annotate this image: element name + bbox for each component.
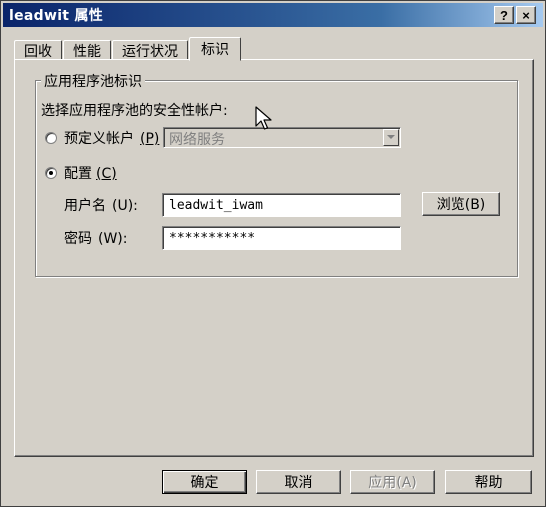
properties-dialog: leadwit 属性 ? × 回收 性能 运行状况 标识 应用程序池标识 选择应… bbox=[0, 0, 546, 507]
predefined-account-select[interactable]: 网络服务 bbox=[163, 127, 401, 148]
predefined-account-label[interactable]: 预定义帐户 (P) bbox=[64, 128, 159, 148]
help-button[interactable]: 帮助 bbox=[445, 470, 532, 494]
ok-button[interactable]: 确定 bbox=[162, 470, 247, 494]
username-label: 用户名 (U): bbox=[64, 195, 138, 215]
close-icon[interactable]: × bbox=[516, 6, 536, 24]
apply-button[interactable]: 应用(A) bbox=[350, 470, 435, 494]
browse-button[interactable]: 浏览(B) bbox=[422, 192, 500, 216]
window-title: leadwit 属性 bbox=[9, 8, 104, 24]
predefined-account-accel: (P) bbox=[140, 131, 160, 147]
tab-recycling[interactable]: 回收 bbox=[14, 40, 62, 60]
configurable-account-radio[interactable] bbox=[45, 167, 57, 179]
account-prompt: 选择应用程序池的安全性帐户: bbox=[41, 103, 228, 119]
password-accel: (W): bbox=[98, 231, 128, 247]
title-bar[interactable]: leadwit 属性 ? × bbox=[3, 3, 543, 27]
help-icon[interactable]: ? bbox=[494, 6, 514, 24]
chevron-down-icon[interactable] bbox=[383, 129, 399, 146]
tab-identity[interactable]: 标识 bbox=[189, 37, 241, 61]
tab-health[interactable]: 运行状况 bbox=[112, 40, 188, 60]
groupbox-title: 应用程序池标识 bbox=[41, 71, 145, 91]
password-label: 密码 (W): bbox=[64, 228, 127, 248]
configurable-account-text: 配置 bbox=[64, 166, 92, 182]
tab-performance[interactable]: 性能 bbox=[63, 40, 111, 60]
username-field[interactable] bbox=[162, 193, 401, 217]
configurable-account-label[interactable]: 配置 (C) bbox=[64, 163, 117, 183]
username-text: 用户名 bbox=[64, 198, 106, 214]
tab-strip: 回收 性能 运行状况 标识 bbox=[14, 36, 242, 61]
cancel-button[interactable]: 取消 bbox=[256, 470, 341, 494]
password-text: 密码 bbox=[64, 231, 92, 247]
predefined-account-radio[interactable] bbox=[45, 132, 57, 144]
configurable-account-accel: (C) bbox=[96, 166, 117, 182]
predefined-account-text: 预定义帐户 bbox=[64, 131, 134, 147]
password-field[interactable] bbox=[162, 226, 401, 250]
predefined-account-value: 网络服务 bbox=[169, 132, 225, 148]
username-accel: (U): bbox=[112, 198, 138, 214]
mouse-pointer-icon bbox=[255, 106, 272, 130]
